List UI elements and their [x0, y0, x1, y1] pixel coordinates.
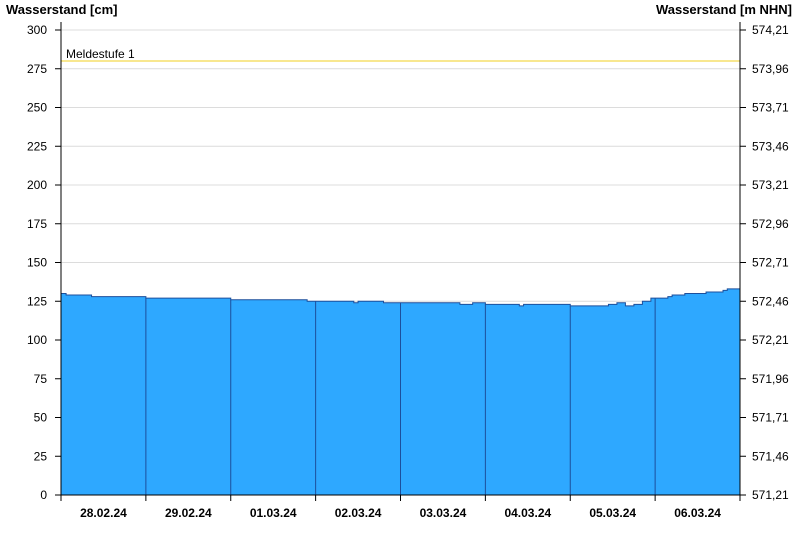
right-tick-label: 572,96	[752, 217, 789, 231]
left-tick-label: 0	[40, 488, 47, 502]
left-tick-label: 75	[34, 372, 48, 386]
left-tick-label: 200	[27, 178, 47, 192]
left-tick-label: 125	[27, 294, 47, 308]
left-tick-labels: 0 25 50 75 100 125 150 175 200 225 250 275 300	[27, 23, 61, 502]
right-tick-label: 573,46	[752, 139, 789, 153]
date-labels: 28.02.24 29.02.24 01.03.24 02.03.24 03.03.24…	[80, 506, 721, 520]
date-label: 03.03.24	[420, 506, 467, 520]
right-tick-label: 573,71	[752, 101, 789, 115]
right-tick-label: 572,21	[752, 333, 789, 347]
right-tick-label: 571,21	[752, 488, 789, 502]
threshold-group: Meldestufe 1	[61, 47, 740, 62]
date-label: 02.03.24	[335, 506, 382, 520]
left-tick-label: 100	[27, 333, 47, 347]
date-label: 01.03.24	[250, 506, 297, 520]
left-tick-label: 150	[27, 256, 47, 270]
left-tick-label: 50	[34, 411, 48, 425]
date-label: 04.03.24	[504, 506, 551, 520]
left-tick-label: 250	[27, 101, 47, 115]
right-tick-label: 571,46	[752, 449, 789, 463]
left-tick-label: 225	[27, 139, 47, 153]
right-tick-label: 572,46	[752, 294, 789, 308]
left-tick-label: 300	[27, 23, 47, 37]
threshold-label: Meldestufe 1	[66, 47, 135, 61]
right-tick-label: 572,71	[752, 256, 789, 270]
right-tick-label: 573,96	[752, 62, 789, 76]
right-tick-label: 571,96	[752, 372, 789, 386]
right-tick-label: 571,71	[752, 411, 789, 425]
left-tick-label: 175	[27, 217, 47, 231]
left-axis-title: Wasserstand [cm]	[6, 2, 118, 17]
date-label: 28.02.24	[80, 506, 127, 520]
left-tick-label: 25	[34, 449, 48, 463]
date-label: 05.03.24	[589, 506, 636, 520]
date-label: 29.02.24	[165, 506, 212, 520]
right-tick-label: 574,21	[752, 23, 789, 37]
date-label: 06.03.24	[674, 506, 721, 520]
left-tick-label: 275	[27, 62, 47, 76]
right-tick-labels: 571,21 571,46 571,71 571,96 572,21 572,46 572,…	[740, 23, 789, 502]
right-axis-title: Wasserstand [m NHN]	[656, 2, 792, 17]
water-level-chart: Wasserstand [cm] Wasserstand [m NHN] Mel…	[6, 2, 792, 520]
right-tick-label: 573,21	[752, 178, 789, 192]
